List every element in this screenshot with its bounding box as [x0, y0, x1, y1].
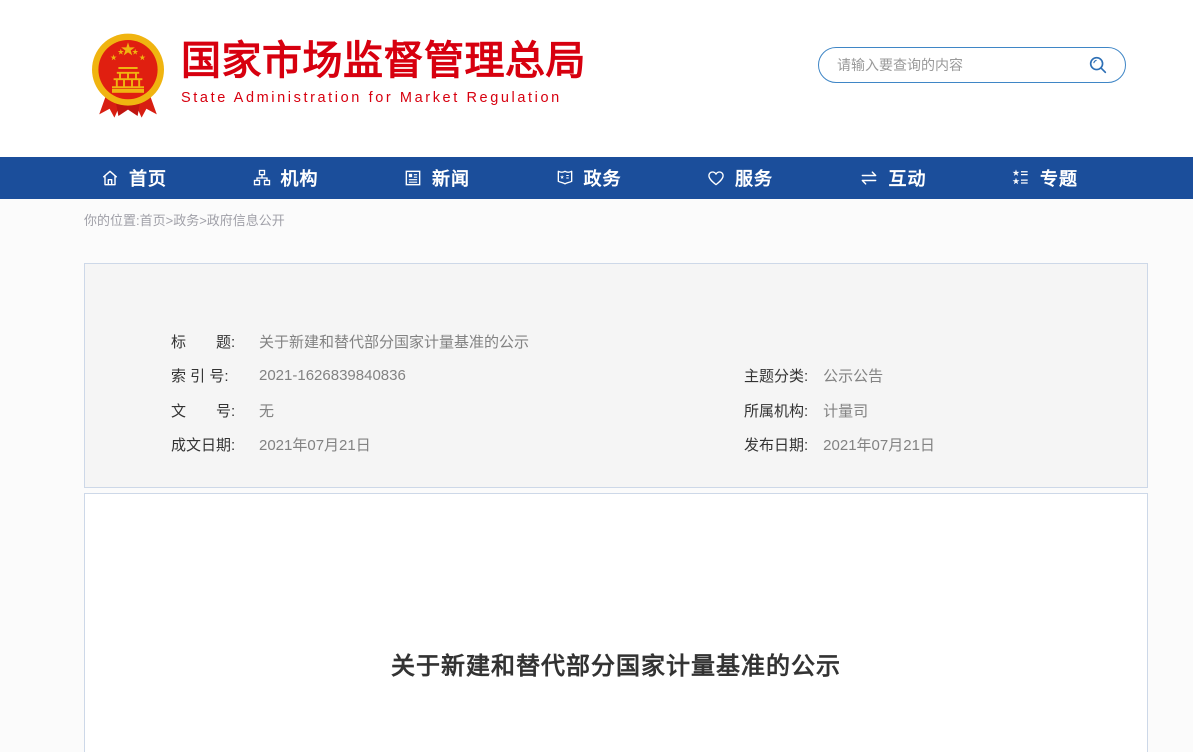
nav-item-news[interactable]: 新闻: [403, 157, 470, 199]
nav-label: 机构: [281, 165, 319, 191]
interact-arrows-icon: [858, 168, 880, 188]
heart-icon: [706, 168, 726, 188]
site-title-en: State Administration for Market Regulati…: [181, 90, 601, 106]
search-icon: [1087, 54, 1109, 76]
nav-label: 首页: [129, 165, 167, 191]
doc-index-label: 索 引 号:: [171, 365, 251, 386]
topics-list-icon: [1011, 168, 1031, 188]
nav-item-topics[interactable]: 专题: [1011, 157, 1078, 199]
doc-index-value: 2021-1626839840836: [259, 367, 406, 384]
site-title-block: 国家市场监督管理总局 State Administration for Mark…: [181, 38, 601, 106]
nav-label: 服务: [735, 165, 773, 191]
doc-org-value: 计量司: [823, 400, 868, 421]
nav-label: 互动: [889, 165, 927, 191]
main-nav: 首页 机构 新闻 政务 服务: [0, 157, 1193, 199]
home-icon: [100, 168, 120, 188]
nav-label: 政务: [584, 165, 622, 191]
info-row-number: 文 号: 无 所属机构: 计量司: [85, 393, 1147, 428]
doc-category-value: 公示公告: [823, 365, 883, 386]
doc-number-label: 文 号:: [171, 400, 251, 421]
nav-item-home[interactable]: 首页: [100, 157, 167, 199]
main-content: 你的位置:首页>政务>政府信息公开 标 题: 关于新建和替代部分国家计量基准的公…: [0, 199, 1193, 752]
article-title: 关于新建和替代部分国家计量基准的公示: [85, 646, 1147, 681]
org-icon: [252, 168, 272, 188]
national-emblem-icon: [88, 31, 168, 121]
doc-category-label: 主题分类:: [744, 365, 808, 386]
doc-number-value: 无: [259, 400, 274, 421]
search-box[interactable]: [818, 47, 1126, 83]
national-emblem-logo[interactable]: [88, 31, 168, 121]
gov-icon: [555, 168, 575, 188]
doc-publish-date-label: 发布日期:: [744, 434, 808, 455]
article-panel: 关于新建和替代部分国家计量基准的公示: [84, 493, 1148, 752]
nav-label: 专题: [1040, 165, 1078, 191]
nav-item-gov[interactable]: 政务: [555, 157, 622, 199]
doc-title-label: 标 题:: [171, 331, 251, 352]
search-input[interactable]: [837, 57, 1085, 73]
doc-publish-date-value: 2021年07月21日: [823, 434, 935, 455]
document-info-panel: 标 题: 关于新建和替代部分国家计量基准的公示 索 引 号: 2021-1626…: [84, 263, 1148, 488]
news-icon: [403, 168, 423, 188]
info-row-title: 标 题: 关于新建和替代部分国家计量基准的公示: [85, 324, 1147, 359]
nav-item-org[interactable]: 机构: [252, 157, 319, 199]
doc-written-date-label: 成文日期:: [171, 434, 251, 455]
nav-item-interact[interactable]: 互动: [858, 157, 927, 199]
breadcrumb[interactable]: 你的位置:首页>政务>政府信息公开: [84, 213, 1148, 228]
doc-title-value: 关于新建和替代部分国家计量基准的公示: [259, 331, 529, 352]
nav-label: 新闻: [432, 165, 470, 191]
search-button[interactable]: [1085, 52, 1111, 78]
nav-item-service[interactable]: 服务: [706, 157, 773, 199]
info-row-index: 索 引 号: 2021-1626839840836 主题分类: 公示公告: [85, 359, 1147, 394]
doc-written-date-value: 2021年07月21日: [259, 434, 371, 455]
doc-org-label: 所属机构:: [744, 400, 808, 421]
info-row-dates: 成文日期: 2021年07月21日 发布日期: 2021年07月21日: [85, 428, 1147, 463]
site-title-cn: 国家市场监督管理总局: [181, 38, 601, 84]
site-header: 国家市场监督管理总局 State Administration for Mark…: [0, 0, 1193, 157]
